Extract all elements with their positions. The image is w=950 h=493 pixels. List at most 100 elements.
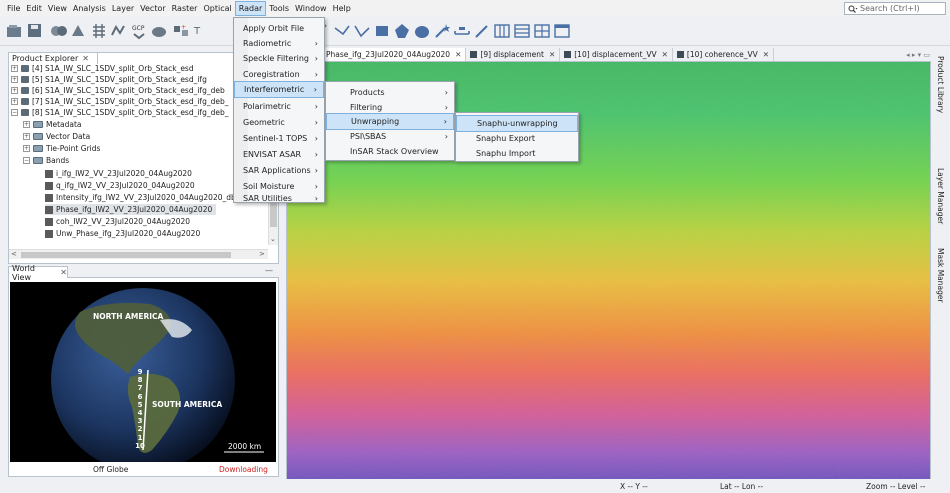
menu-item-sentinel-1-tops[interactable]: Sentinel-1 TOPS › bbox=[234, 130, 324, 147]
tool-icon-6[interactable] bbox=[150, 22, 168, 40]
expand-icon[interactable]: + bbox=[23, 133, 30, 140]
tab-displacement-9[interactable]: [9] displacement ✕ bbox=[466, 48, 561, 61]
tree-product-7[interactable]: + [7] S1A_IW_SLC_1SDV_split_Orb_Stack_esd… bbox=[11, 96, 228, 107]
tool-icon-7[interactable]: + bbox=[172, 22, 190, 40]
close-icon[interactable]: ✕ bbox=[662, 50, 668, 59]
tree-product-6[interactable]: + [6] S1A_IW_SLC_1SDV_split_Orb_Stack_esd… bbox=[11, 85, 225, 96]
tree-product-4[interactable]: + [4] S1A_IW_SLC_1SDV_split_Orb_Stack_esd bbox=[11, 63, 194, 74]
tile-grid-icon[interactable] bbox=[533, 22, 551, 40]
menu-optical[interactable]: Optical bbox=[200, 1, 234, 16]
menu-item-sar-utilities[interactable]: SAR Utilities › bbox=[234, 194, 324, 204]
expand-icon[interactable]: + bbox=[23, 121, 30, 128]
band-maths-icon[interactable] bbox=[50, 22, 68, 40]
save-product-icon[interactable] bbox=[26, 22, 44, 40]
menu-item-speckle-filtering[interactable]: Speckle Filtering › bbox=[234, 50, 324, 67]
grid-tool-icon[interactable] bbox=[90, 22, 108, 40]
tab-coherence-vv[interactable]: [10] coherence_VV ✕ bbox=[673, 48, 775, 61]
expand-icon[interactable]: + bbox=[11, 76, 18, 83]
expand-icon[interactable]: + bbox=[11, 65, 18, 72]
band-label: coh_IW2_VV_23Jul2020_04Aug2020 bbox=[56, 217, 191, 226]
tree-product-8[interactable]: − [8] S1A_IW_SLC_1SDV_split_Orb_Stack_esd… bbox=[11, 107, 228, 118]
menu-analysis[interactable]: Analysis bbox=[70, 1, 109, 16]
collapse-icon[interactable]: − bbox=[23, 157, 30, 164]
minimize-icon[interactable]: — bbox=[265, 266, 273, 275]
tab-label: [9] displacement bbox=[480, 50, 544, 59]
menu-item-interferometric[interactable]: Interferometric › bbox=[234, 81, 324, 98]
menu-file[interactable]: File bbox=[4, 1, 23, 16]
tree-folder-tie-point-grids[interactable]: + Tie-Point Grids bbox=[23, 143, 100, 154]
range-finder-icon[interactable] bbox=[453, 22, 471, 40]
menu-edit[interactable]: Edit bbox=[23, 1, 45, 16]
tree-folder-bands[interactable]: − Bands bbox=[23, 155, 69, 166]
chevron-right-icon[interactable]: > bbox=[259, 250, 265, 258]
line-draw-icon[interactable] bbox=[333, 22, 351, 40]
tree-band-q-ifg[interactable]: q_ifg_IW2_VV_23Jul2020_04Aug2020 bbox=[45, 180, 195, 191]
menu-vector[interactable]: Vector bbox=[137, 1, 169, 16]
tile-single-icon[interactable] bbox=[553, 22, 571, 40]
layer-manager-tab[interactable]: Layer Manager bbox=[936, 168, 945, 224]
folder-label: Tie-Point Grids bbox=[46, 144, 101, 153]
tree-band-unw-phase[interactable]: Unw_Phase_ifg_23Jul2020_04Aug2020 bbox=[45, 228, 200, 239]
close-icon[interactable]: ✕ bbox=[60, 268, 67, 277]
polygon-draw-icon[interactable] bbox=[393, 22, 411, 40]
band-icon bbox=[45, 205, 53, 214]
menu-view[interactable]: View bbox=[45, 1, 70, 16]
menu-window[interactable]: Window bbox=[292, 1, 330, 16]
menu-item-soil-moisture[interactable]: Soil Moisture › bbox=[234, 178, 324, 195]
tree-band-phase-selected[interactable]: Phase_ifg_IW2_VV_23Jul2020_04Aug2020 bbox=[45, 204, 217, 215]
product-explorer-tab[interactable]: Product Explorer ✕ bbox=[8, 52, 98, 64]
menu-item-geometric[interactable]: Geometric › bbox=[234, 114, 324, 131]
expand-icon[interactable]: + bbox=[23, 145, 30, 152]
tool-icon-2[interactable] bbox=[70, 22, 88, 40]
collapse-icon[interactable]: − bbox=[11, 109, 18, 116]
band-icon bbox=[45, 169, 53, 178]
expand-icon[interactable]: + bbox=[11, 87, 18, 94]
close-icon[interactable]: ✕ bbox=[82, 54, 89, 63]
ellipse-draw-icon[interactable] bbox=[413, 22, 431, 40]
tool-icon-8[interactable]: T bbox=[192, 22, 210, 40]
menu-item-polarimetric[interactable]: Polarimetric › bbox=[234, 98, 324, 115]
chevron-down-icon[interactable]: ⌄ bbox=[270, 235, 276, 243]
band-label: Unw_Phase_ifg_23Jul2020_04Aug2020 bbox=[56, 229, 201, 238]
gcp-tool-icon[interactable]: GCP bbox=[130, 22, 148, 40]
menu-tools[interactable]: Tools bbox=[266, 1, 292, 16]
rectangle-draw-icon[interactable] bbox=[373, 22, 391, 40]
menu-item-sar-applications[interactable]: SAR Applications › bbox=[234, 162, 324, 179]
tree-band-i-ifg[interactable]: i_ifg_IW2_VV_23Jul2020_04Aug2020 bbox=[45, 168, 192, 179]
tree-folder-vector-data[interactable]: + Vector Data bbox=[23, 131, 90, 142]
product-library-tab[interactable]: Product Library bbox=[936, 56, 945, 113]
tree-band-coh[interactable]: coh_IW2_VV_23Jul2020_04Aug2020 bbox=[45, 216, 190, 227]
menu-help[interactable]: Help bbox=[330, 1, 354, 16]
close-icon[interactable]: ✕ bbox=[455, 50, 461, 59]
pin-tool-icon[interactable] bbox=[473, 22, 491, 40]
expand-icon[interactable]: + bbox=[11, 98, 18, 105]
track-number: 1 bbox=[137, 433, 143, 442]
magic-wand-icon[interactable] bbox=[433, 22, 451, 40]
close-icon[interactable]: ✕ bbox=[549, 50, 555, 59]
tree-product-5[interactable]: + [5] S1A_IW_SLC_1SDV_split_Orb_Stack_esd… bbox=[11, 74, 207, 85]
open-product-icon[interactable] bbox=[6, 22, 24, 40]
horizontal-scrollbar[interactable]: < > bbox=[9, 249, 268, 259]
menu-layer[interactable]: Layer bbox=[109, 1, 137, 16]
track-number: 7 bbox=[137, 384, 143, 393]
search-input[interactable]: Search (Ctrl+I) bbox=[844, 2, 946, 15]
menu-raster[interactable]: Raster bbox=[169, 1, 201, 16]
scrollbar-thumb[interactable] bbox=[21, 252, 231, 258]
menu-item-snaphu-import[interactable]: Snaphu Import bbox=[456, 145, 578, 162]
mask-manager-tab[interactable]: Mask Manager bbox=[936, 248, 945, 303]
close-icon[interactable]: ✕ bbox=[763, 50, 769, 59]
menu-item-insar-stack-overview[interactable]: InSAR Stack Overview bbox=[326, 143, 454, 160]
tree-folder-metadata[interactable]: + Metadata bbox=[23, 119, 82, 130]
polyline-draw-icon[interactable] bbox=[353, 22, 371, 40]
tile-evenly-icon[interactable] bbox=[493, 22, 511, 40]
globe-view[interactable]: NORTH AMERICA SOUTH AMERICA 2000 km 9 8 … bbox=[10, 282, 276, 472]
chevron-left-icon[interactable]: < bbox=[11, 250, 17, 258]
tree-band-intensity[interactable]: Intensity_ifg_IW2_VV_23Jul2020_04Aug2020… bbox=[45, 192, 236, 203]
tool-icon-4[interactable] bbox=[110, 22, 128, 40]
tab-displacement-vv[interactable]: [10] displacement_VV ✕ bbox=[560, 48, 673, 61]
world-view-tab[interactable]: World View ✕ bbox=[8, 264, 68, 282]
world-view-status: Off Globe Downloading bbox=[9, 464, 280, 476]
tile-horizontal-icon[interactable] bbox=[513, 22, 531, 40]
menu-radar[interactable]: Radar bbox=[234, 1, 267, 16]
menu-item-envisat-asar[interactable]: ENVISAT ASAR › bbox=[234, 146, 324, 163]
